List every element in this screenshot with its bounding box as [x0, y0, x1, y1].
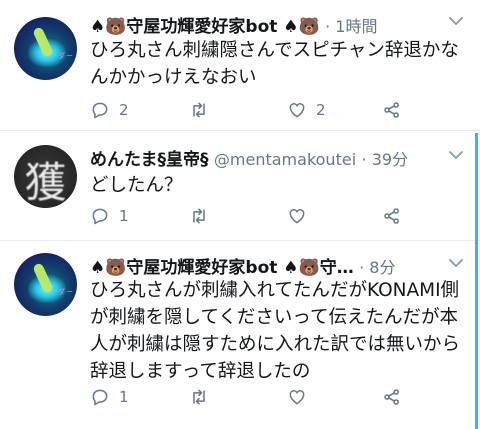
- avatar-glyph: 獲: [24, 158, 67, 207]
- tweet-header: めんたま§皇帝§ @mentamakoutei · 39分: [90, 145, 450, 171]
- tweet[interactable]: ーダー ♠🐻守屋功輝愛好家bot ♠🐻守… · 8分 ひろ丸さんが刺繍入れてたん…: [0, 241, 480, 429]
- reply-count: 1: [119, 207, 129, 225]
- like-icon: [289, 103, 305, 118]
- share-icon: [384, 389, 399, 405]
- tweet[interactable]: 獲 めんたま§皇帝§ @mentamakoutei · 39分 どしたん？ 1: [0, 131, 480, 241]
- share-button[interactable]: [382, 97, 402, 123]
- tweet-text: ひろ丸さん刺繍隠さんでスピチャン辞退かなんかかっけえなおい: [90, 40, 459, 88]
- tweet-header: ♠🐻守屋功輝愛好家bot ♠🐻守… · 8分: [90, 253, 450, 279]
- like-icon: [289, 209, 305, 224]
- timestamp[interactable]: · 1時間: [325, 17, 377, 36]
- reply-count: 2: [119, 101, 129, 119]
- avatar[interactable]: ーダー: [14, 253, 77, 316]
- display-name[interactable]: ♠🐻守屋功輝愛好家bot ♠🐻守…: [90, 258, 354, 278]
- tweet-actions: 1: [90, 203, 410, 229]
- avatar[interactable]: 獲: [14, 145, 77, 208]
- tweet[interactable]: ーダー ♠🐻守屋功輝愛好家bot ♠🐻 · 1時間 ひろ丸さん刺繍隠さんでスピチ…: [0, 0, 480, 131]
- reply-button[interactable]: 2: [90, 97, 129, 123]
- share-button[interactable]: [382, 203, 402, 229]
- thread-indicator: [475, 133, 478, 429]
- tweet-actions: 1: [90, 384, 410, 410]
- tweet-text: ひろ丸さんが刺繍入れてたんだがKONAMI側が刺繍を隠してくださいって伝えたんだ…: [90, 280, 461, 382]
- tweet-text: どしたん？: [90, 175, 183, 196]
- reply-icon: [92, 102, 108, 119]
- chevron-down-icon[interactable]: [448, 148, 464, 162]
- reply-button[interactable]: 1: [90, 384, 129, 410]
- tweet-header: ♠🐻守屋功輝愛好家bot ♠🐻 · 1時間: [90, 12, 450, 38]
- retweet-button[interactable]: [189, 97, 218, 123]
- avatar[interactable]: ーダー: [14, 17, 77, 80]
- like-button[interactable]: [287, 203, 316, 229]
- chevron-down-icon[interactable]: [448, 256, 464, 270]
- tweet-actions: 2 2: [90, 97, 410, 123]
- reply-button[interactable]: 1: [90, 203, 129, 229]
- chevron-down-icon[interactable]: [448, 14, 464, 28]
- user-handle[interactable]: @mentamakoutei: [214, 150, 356, 169]
- retweet-icon: [193, 389, 205, 405]
- share-button[interactable]: [382, 384, 402, 410]
- reply-count: 1: [119, 388, 129, 406]
- retweet-icon: [193, 208, 205, 224]
- reply-icon: [92, 208, 108, 225]
- timestamp[interactable]: · 39分: [362, 150, 409, 169]
- retweet-button[interactable]: [189, 384, 218, 410]
- share-icon: [384, 208, 399, 224]
- share-icon: [384, 102, 399, 118]
- like-icon: [289, 390, 305, 405]
- reply-icon: [92, 389, 108, 406]
- timestamp[interactable]: · 8分: [359, 258, 395, 277]
- like-button[interactable]: [287, 384, 316, 410]
- retweet-button[interactable]: [189, 203, 218, 229]
- like-count: 2: [316, 101, 326, 119]
- retweet-icon: [193, 102, 205, 118]
- display-name[interactable]: ♠🐻守屋功輝愛好家bot ♠🐻: [90, 17, 320, 37]
- display-name[interactable]: めんたま§皇帝§: [90, 150, 209, 170]
- like-button[interactable]: 2: [287, 97, 326, 123]
